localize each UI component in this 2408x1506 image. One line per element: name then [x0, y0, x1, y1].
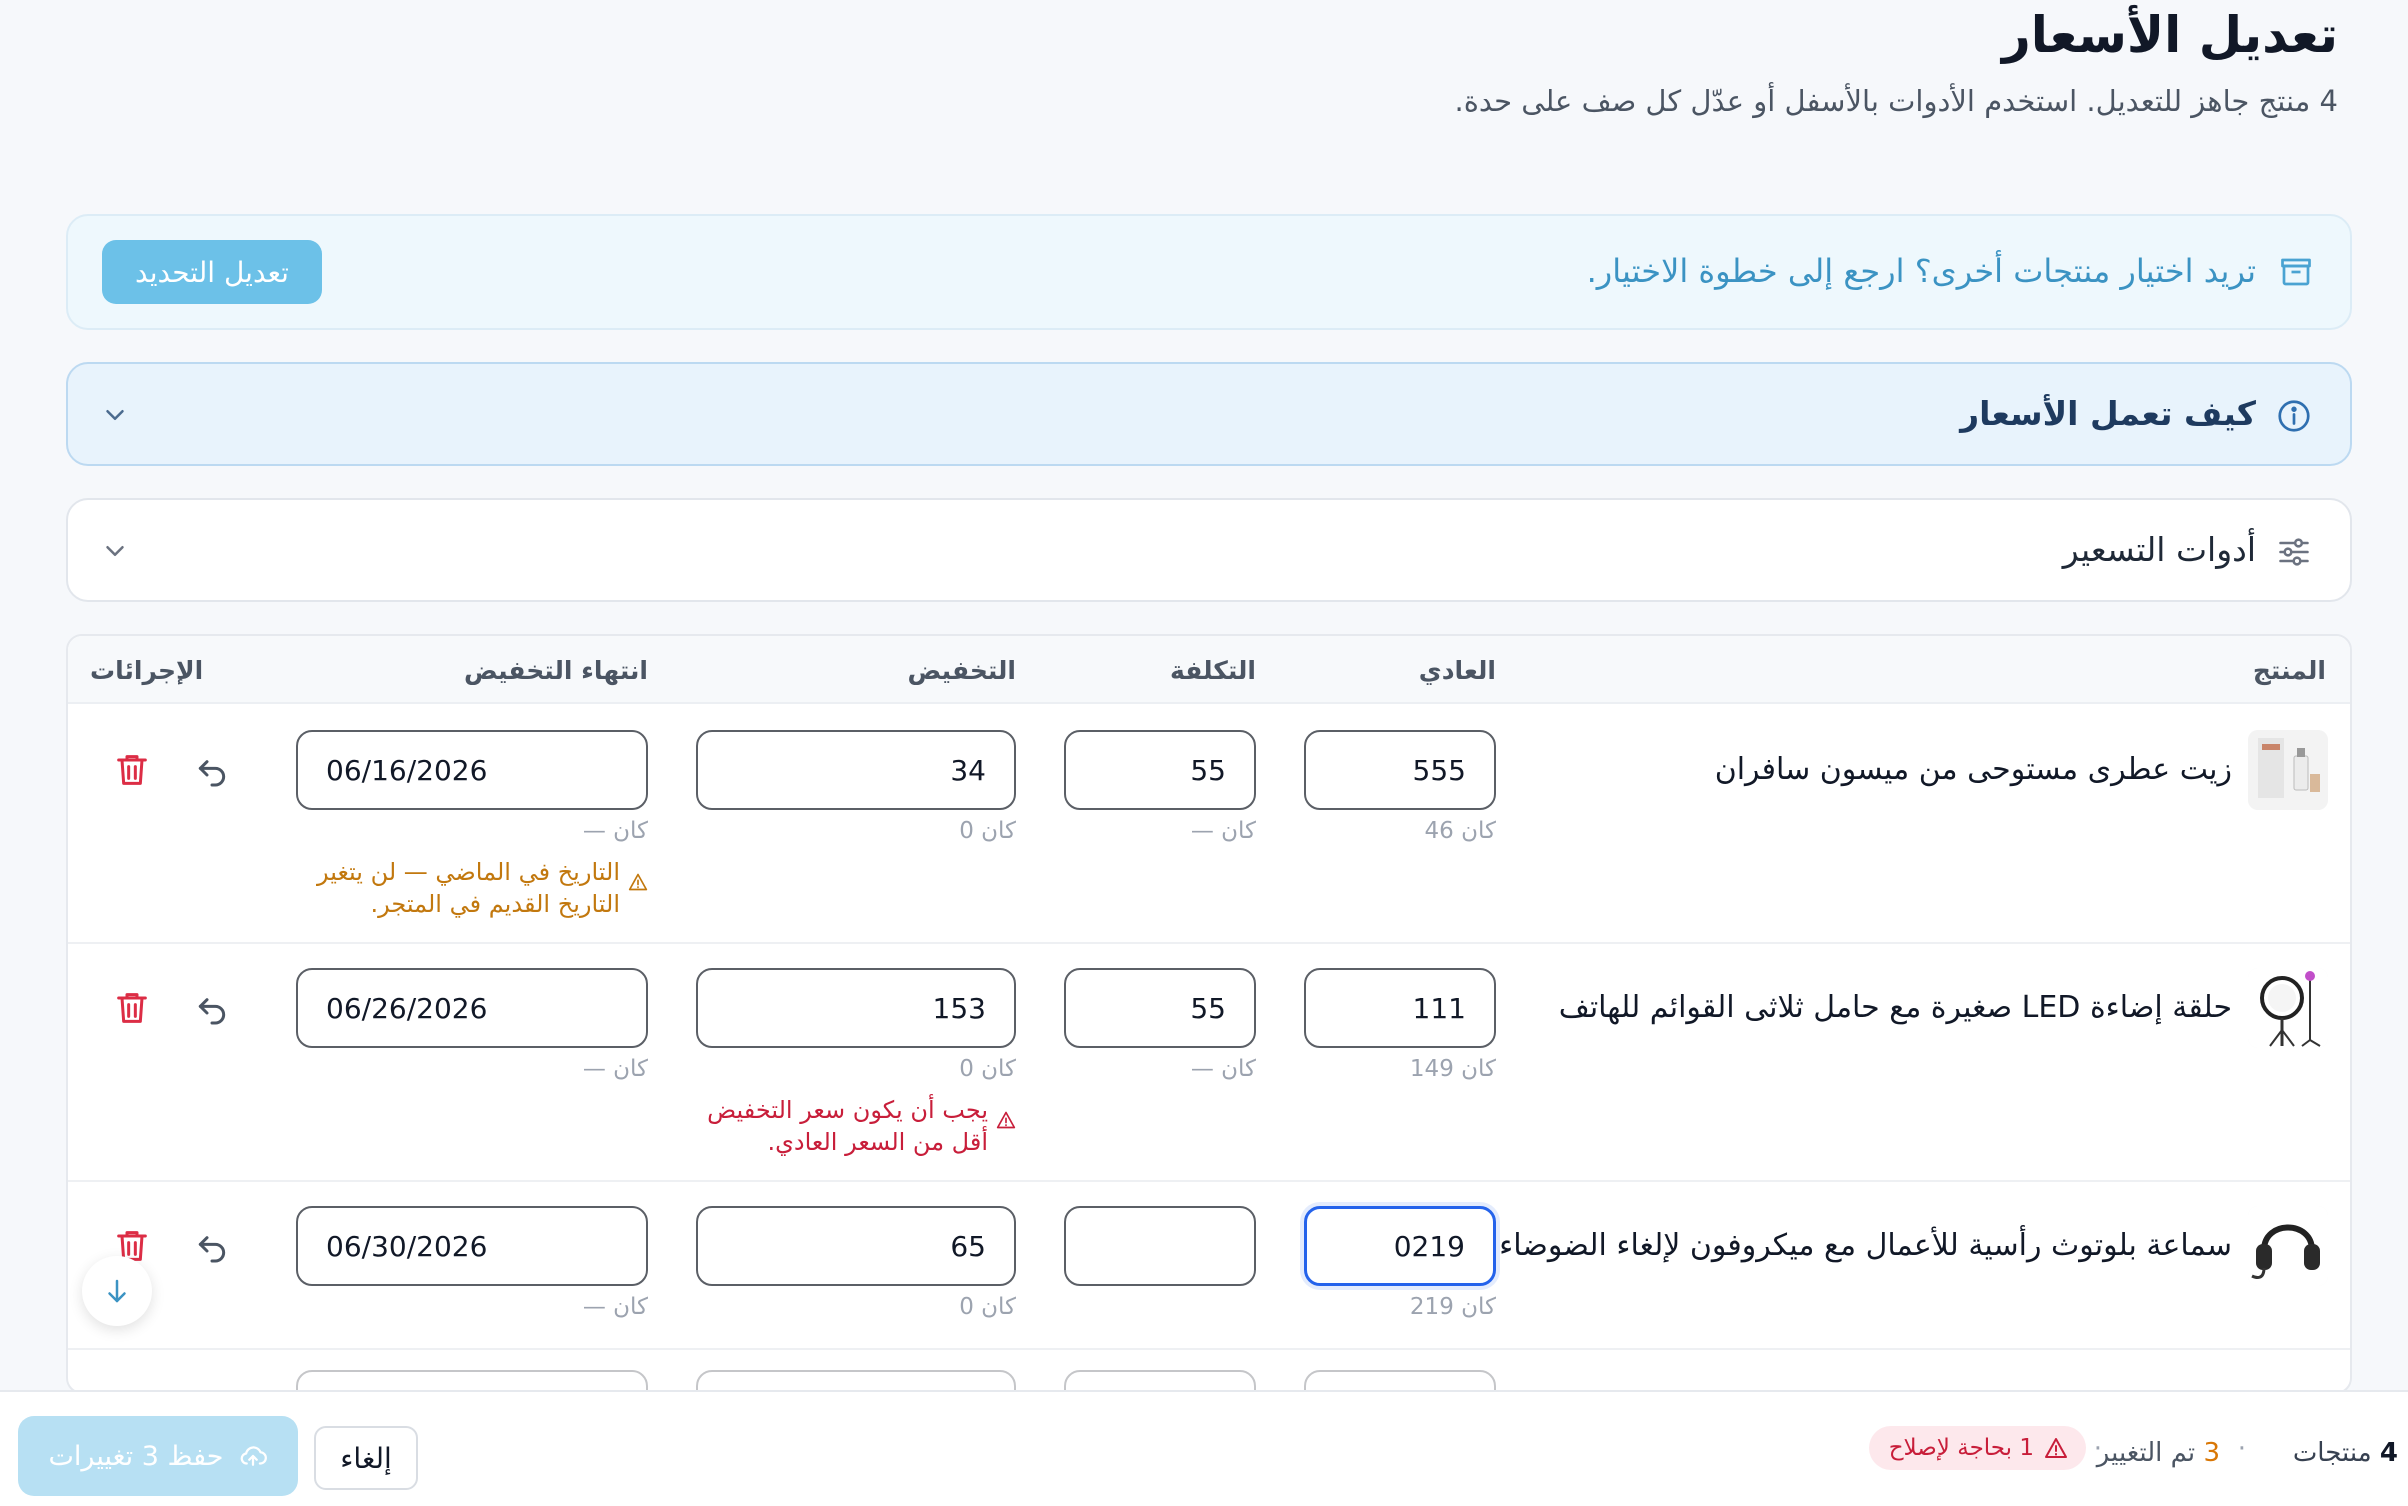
box-icon [2281, 258, 2311, 286]
discount-end-date-input[interactable] [296, 968, 648, 1048]
page-title: تعديل الأسعار [2001, 6, 2338, 64]
table-row: سماعة بلوتوث رأسية للأعمال مع ميكروفون ل… [68, 1182, 2350, 1350]
cost-was: كان — [1190, 818, 1256, 844]
product-name: زيت عطرى مستوحى من ميسون سافران [1714, 752, 2232, 787]
regular-was: كان 46 [1424, 818, 1496, 844]
end-date-was: كان — [582, 1294, 648, 1320]
scroll-down-button[interactable] [82, 1256, 152, 1326]
info-icon [2278, 400, 2310, 432]
end-date-was: كان — [582, 818, 648, 844]
table-row [68, 1350, 2350, 1392]
past-date-warning: التاريخ في الماضي — لن يتغير التاريخ الق… [296, 856, 648, 920]
column-actions: الإجرائات [90, 656, 204, 685]
discount-error: يجب أن يكون سعر التخفيض أقل من السعر الع… [696, 1094, 1016, 1158]
footer-bar: 4 منتجات · 3 تم التغيير · 1 بحاجة لإصلاح… [0, 1390, 2408, 1506]
separator-dot: · [2093, 1434, 2102, 1464]
chevron-down-icon[interactable] [100, 536, 130, 566]
product-name: حلقة إضاءة LED صغيرة مع حامل ثلاثى القوا… [1558, 990, 2232, 1025]
undo-icon[interactable] [192, 750, 232, 790]
chevron-down-icon[interactable] [100, 400, 130, 430]
accordion-title: أدوات التسعير [2062, 530, 2256, 569]
save-changes-button[interactable]: حفظ 3 تغييرات [18, 1416, 298, 1496]
undo-icon[interactable] [192, 988, 232, 1028]
separator-dot: · [2237, 1434, 2246, 1464]
column-regular: العادي [1418, 656, 1496, 685]
table-header: المنتج العادي التكلفة التخفيض انتهاء الت… [68, 636, 2350, 704]
discount-end-date-input[interactable] [296, 730, 648, 810]
changed-count: 3 تم التغيير [2096, 1438, 2220, 1468]
warning-icon [2045, 1438, 2067, 1458]
products-count: 4 منتجات [2292, 1438, 2398, 1468]
banner-text: تريد اختيار منتجات أخرى؟ ارجع إلى خطوة ا… [1586, 252, 2256, 290]
column-discount: التخفيض [907, 656, 1016, 685]
cancel-button[interactable]: إلغاء [314, 1426, 418, 1490]
discount-was: كان 0 [959, 1056, 1016, 1082]
regular-price-input[interactable] [1304, 730, 1496, 810]
reselect-banner: تريد اختيار منتجات أخرى؟ ارجع إلى خطوة ا… [66, 214, 2352, 330]
product-thumbnail [2248, 1206, 2328, 1286]
discount-end-date-input[interactable] [296, 1206, 648, 1286]
error-text: يجب أن يكون سعر التخفيض أقل من السعر الع… [707, 1096, 988, 1156]
product-name: سماعة بلوتوث رأسية للأعمال مع ميكروفون ل… [1499, 1228, 2232, 1263]
regular-price-input[interactable] [1304, 1206, 1496, 1286]
table-row: حلقة إضاءة LED صغيرة مع حامل ثلاثى القوا… [68, 944, 2350, 1182]
undo-icon[interactable] [192, 1226, 232, 1266]
discount-price-input[interactable] [696, 968, 1016, 1048]
cost-input[interactable] [1064, 968, 1256, 1048]
product-thumbnail [2248, 730, 2328, 810]
regular-was: كان 219 [1409, 1294, 1496, 1320]
edit-prices-page: تعديل الأسعار 4 منتج جاهز للتعديل. استخد… [0, 0, 2408, 1506]
product-thumbnail [2248, 968, 2328, 1048]
regular-price-input[interactable] [1304, 968, 1496, 1048]
trash-icon[interactable] [112, 988, 152, 1028]
discount-was: كان 0 [959, 818, 1016, 844]
column-discount-end: انتهاء التخفيض [463, 656, 648, 685]
discount-price-input[interactable] [696, 730, 1016, 810]
pricing-tools-accordion[interactable]: أدوات التسعير [66, 498, 2352, 602]
cost-input[interactable] [1064, 730, 1256, 810]
regular-was: كان 149 [1409, 1056, 1496, 1082]
cloud-upload-icon [240, 1446, 267, 1466]
cost-was: كان — [1190, 1056, 1256, 1082]
page-subtitle: 4 منتج جاهز للتعديل. استخدم الأدوات بالأ… [1454, 84, 2339, 118]
products-table: المنتج العادي التكلفة التخفيض انتهاء الت… [66, 634, 2352, 1394]
column-cost: التكلفة [1169, 656, 1256, 685]
accordion-title: كيف تعمل الأسعار [1960, 394, 2256, 433]
how-pricing-works-accordion[interactable]: كيف تعمل الأسعار [66, 362, 2352, 466]
column-product: المنتج [2252, 656, 2326, 685]
warning-icon [996, 1111, 1016, 1129]
sliders-icon [2279, 538, 2309, 566]
end-date-was: كان — [582, 1056, 648, 1082]
discount-price-input[interactable] [696, 1206, 1016, 1286]
needs-fix-badge[interactable]: 1 بحاجة لإصلاح [1868, 1426, 2086, 1470]
warning-icon [628, 873, 648, 891]
table-row: زيت عطرى مستوحى من ميسون سافران كان 46 ك… [68, 706, 2350, 944]
discount-was: كان 0 [959, 1294, 1016, 1320]
arrow-down-icon [108, 1279, 126, 1303]
edit-selection-button[interactable]: تعديل التحديد [102, 240, 322, 304]
trash-icon[interactable] [112, 750, 152, 790]
cost-input[interactable] [1064, 1206, 1256, 1286]
warning-text: التاريخ في الماضي — لن يتغير التاريخ الق… [316, 858, 620, 918]
